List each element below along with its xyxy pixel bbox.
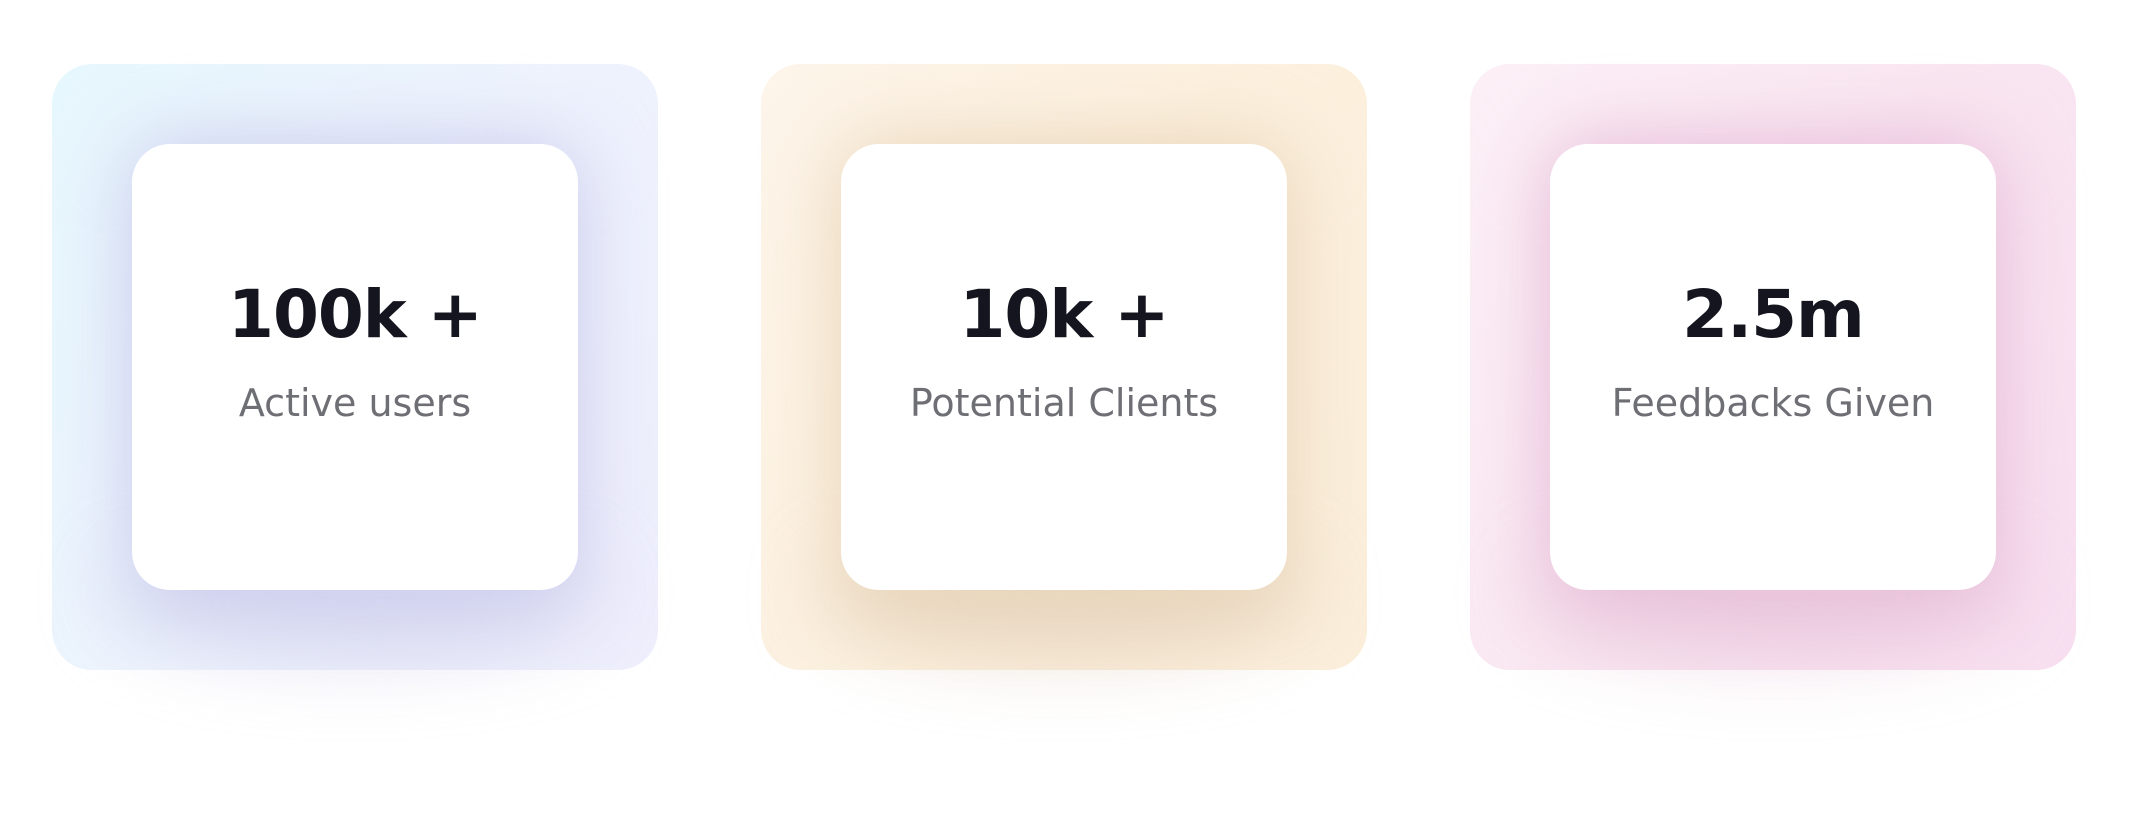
stat-label: Potential Clients	[909, 381, 1219, 425]
stat-value: 2.5m	[1682, 276, 1865, 353]
stat-card-inner: 2.5m Feedbacks Given	[1550, 144, 1996, 590]
stat-label: Active users	[238, 381, 472, 425]
stat-label: Feedbacks Given	[1611, 381, 1935, 425]
stat-card-inner: 100k + Active users	[132, 144, 578, 590]
stat-card-inner: 10k + Potential Clients	[841, 144, 1287, 590]
stat-card-potential-clients: 10k + Potential Clients	[761, 64, 1367, 670]
stat-value: 100k +	[228, 276, 483, 353]
stat-card-active-users: 100k + Active users	[52, 64, 658, 670]
stat-card-feedbacks-given: 2.5m Feedbacks Given	[1470, 64, 2076, 670]
stats-section: 100k + Active users 10k + Potential Clie…	[0, 0, 2150, 817]
stat-value: 10k +	[959, 276, 1169, 353]
